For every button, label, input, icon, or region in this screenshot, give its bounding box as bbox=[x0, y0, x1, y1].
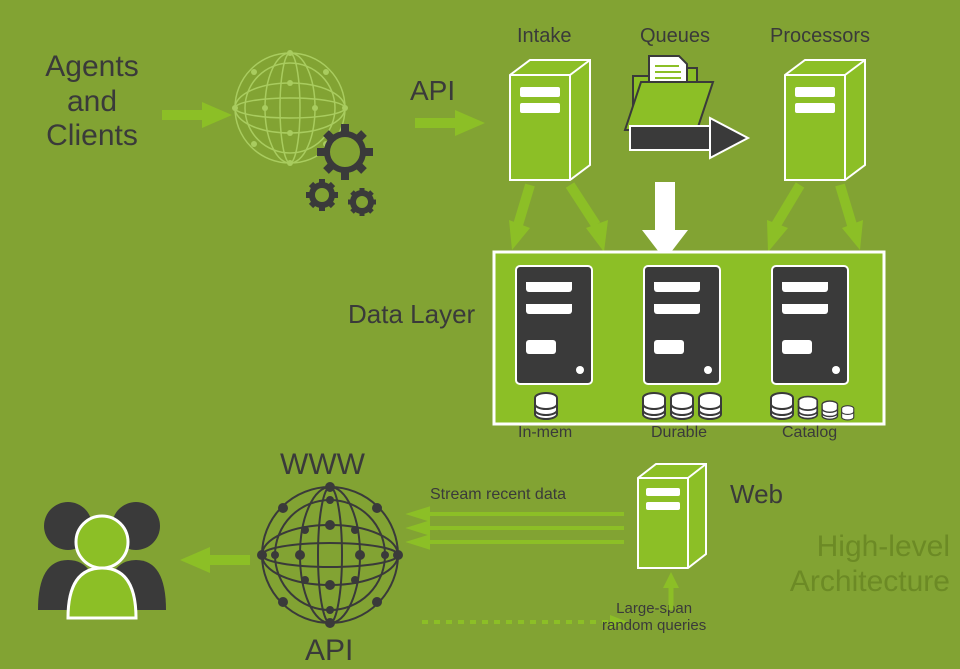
users-icon bbox=[28, 490, 178, 620]
arrows-processors-down bbox=[760, 180, 880, 260]
arrows-intake-down bbox=[500, 180, 620, 260]
queues-label: Queues bbox=[640, 25, 710, 48]
diagram-title: High-level Architecture bbox=[780, 530, 950, 599]
web-label: Web bbox=[730, 480, 783, 510]
agents-clients-label: Agents and Clients bbox=[22, 50, 162, 154]
rack-durable-icon bbox=[638, 260, 738, 390]
www-label: WWW bbox=[280, 448, 365, 483]
inmem-label: In-mem bbox=[518, 424, 572, 442]
rack-catalog-icon bbox=[766, 260, 866, 390]
arrow-to-web-up bbox=[656, 572, 686, 612]
stream-recent-label: Stream recent data bbox=[430, 486, 566, 504]
arrow-large-span-dotted bbox=[410, 612, 630, 632]
processors-label: Processors bbox=[770, 25, 870, 48]
api-bottom-label: API bbox=[305, 634, 353, 669]
data-layer-label: Data Layer bbox=[348, 300, 475, 330]
catalog-label: Catalog bbox=[782, 424, 837, 442]
intake-server-icon bbox=[500, 55, 600, 185]
gears-icon bbox=[300, 120, 410, 230]
network-sphere-dark-icon bbox=[255, 480, 415, 640]
rack-inmem-icon bbox=[510, 260, 610, 390]
arrow-api-to-intake bbox=[415, 108, 485, 138]
db-catalog-icon bbox=[768, 390, 868, 424]
arrow-agents-to-sphere bbox=[162, 100, 232, 130]
large-span-label: Large-span random queries bbox=[602, 600, 706, 635]
api-top-label: API bbox=[410, 75, 455, 107]
arrows-stream-recent bbox=[410, 508, 630, 558]
intake-label: Intake bbox=[517, 25, 571, 48]
arrow-queues-to-processors bbox=[630, 118, 750, 158]
db-inmem-icon bbox=[532, 390, 592, 424]
arrow-www-to-users bbox=[180, 545, 250, 575]
durable-label: Durable bbox=[651, 424, 707, 442]
web-server-icon bbox=[630, 460, 720, 575]
processors-server-icon bbox=[775, 55, 875, 185]
db-durable-icon bbox=[640, 390, 730, 424]
